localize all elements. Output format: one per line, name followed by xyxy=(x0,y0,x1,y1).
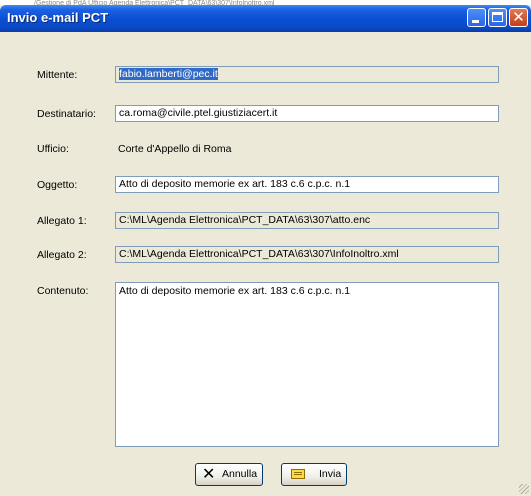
contenuto-textarea[interactable]: Atto di deposito memorie ex art. 183 c.6… xyxy=(115,282,499,447)
send-button[interactable]: Invia xyxy=(281,463,347,486)
destinatario-field[interactable]: ca.roma@civile.ptel.giustiziacert.it xyxy=(115,105,499,122)
minimize-icon xyxy=(472,20,479,23)
envelope-icon xyxy=(291,469,305,479)
minimize-button[interactable] xyxy=(467,8,486,27)
oggetto-label: Oggetto: xyxy=(37,179,78,191)
cancel-button-label: Annulla xyxy=(222,468,258,480)
allegato2-field[interactable]: C:\ML\Agenda Elettronica\PCT_DATA\63\307… xyxy=(115,246,499,263)
contenuto-label: Contenuto: xyxy=(37,285,89,297)
mittente-label: Mittente: xyxy=(37,69,78,81)
window-title: Invio e-mail PCT xyxy=(7,10,109,25)
destinatario-label: Destinatario: xyxy=(37,108,96,120)
send-button-label: Invia xyxy=(319,468,342,480)
ufficio-label: Ufficio: xyxy=(37,143,69,155)
cancel-button[interactable]: ✕ Annulla xyxy=(195,463,263,486)
allegato2-label: Allegato 2: xyxy=(37,249,87,261)
maximize-icon xyxy=(492,12,503,22)
ufficio-value: Corte d'Appello di Roma xyxy=(118,143,232,155)
email-dialog: Invio e-mail PCT ✕ Mittente: fabio.lambe… xyxy=(0,5,531,496)
close-icon: ✕ xyxy=(512,8,525,26)
oggetto-field[interactable]: Atto di deposito memorie ex art. 183 c.6… xyxy=(115,176,499,193)
mittente-field[interactable]: fabio.lamberti@pec.it xyxy=(115,66,499,83)
allegato1-label: Allegato 1: xyxy=(37,215,87,227)
mittente-value: fabio.lamberti@pec.it xyxy=(119,68,218,80)
title-bar[interactable]: Invio e-mail PCT ✕ xyxy=(0,5,531,32)
close-button[interactable]: ✕ xyxy=(509,8,528,27)
maximize-button[interactable] xyxy=(488,8,507,27)
x-icon: ✕ xyxy=(202,464,216,483)
resize-grip[interactable] xyxy=(519,484,529,494)
allegato1-field[interactable]: C:\ML\Agenda Elettronica\PCT_DATA\63\307… xyxy=(115,212,499,229)
